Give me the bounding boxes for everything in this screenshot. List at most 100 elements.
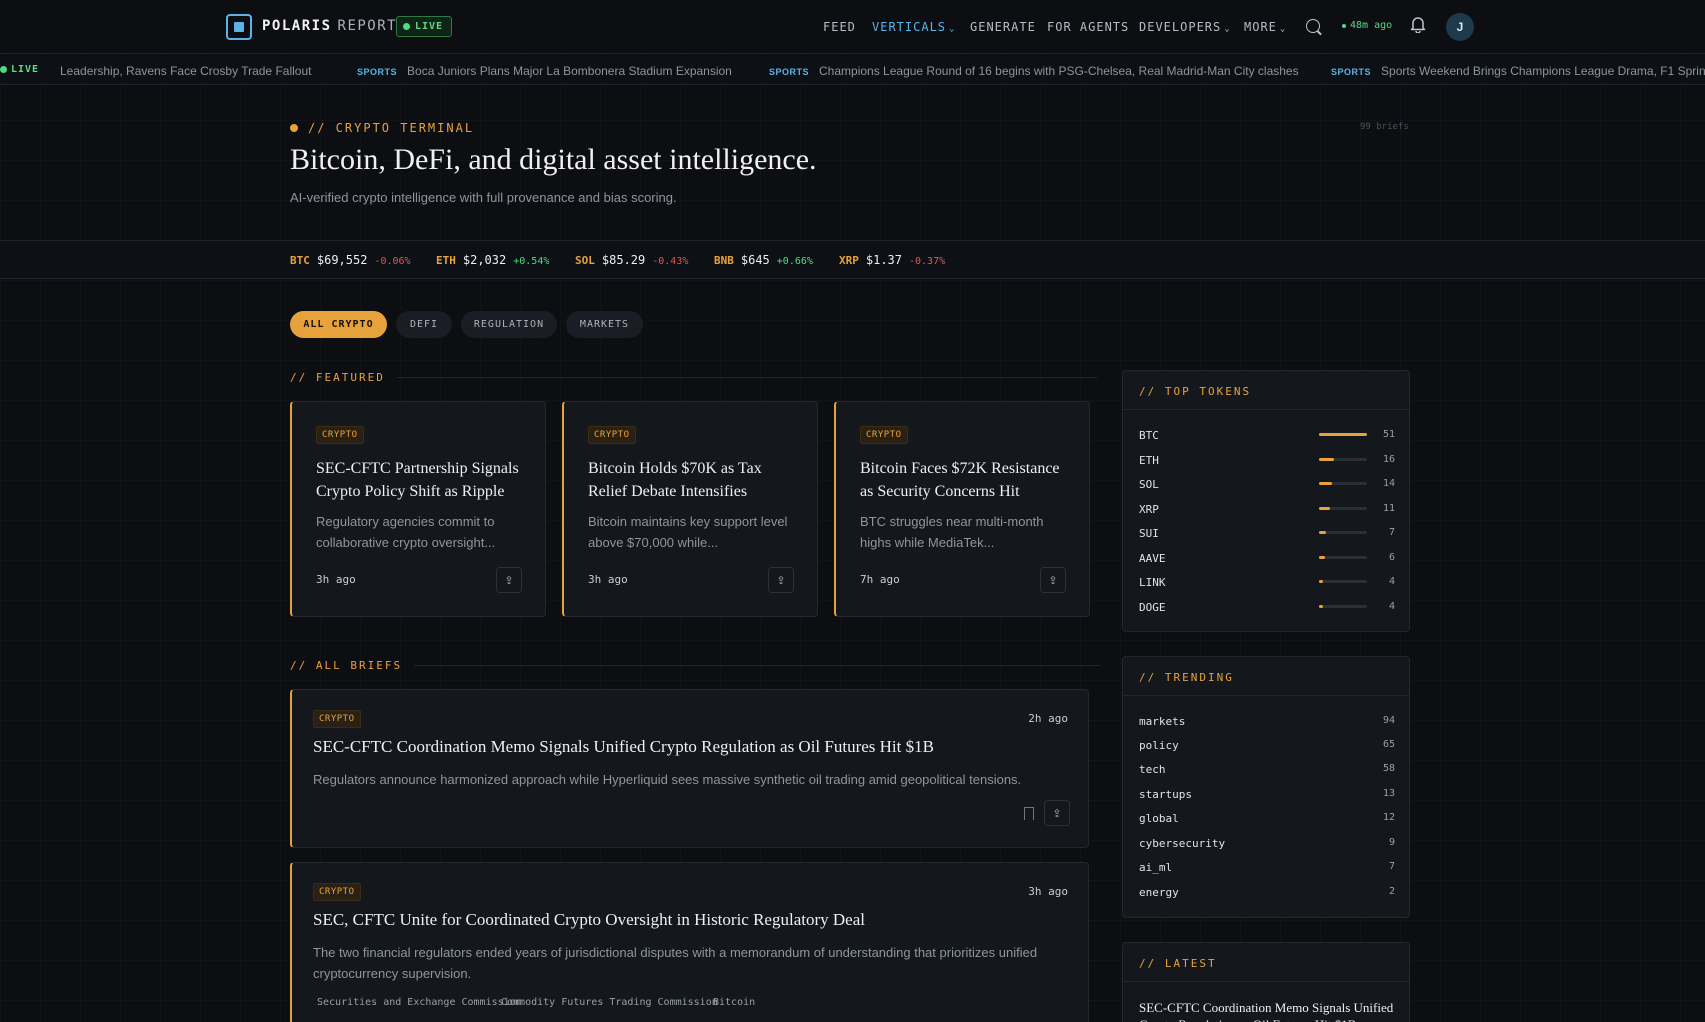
ticker-item[interactable]: SPORTS Boca Juniors Plans Major La Bombon… [357,64,732,78]
token-bar-fill [1319,458,1334,461]
filter-markets[interactable]: MARKETS [566,311,643,338]
latest-panel: // LATEST SEC-CFTC Coordination Memo Sig… [1122,942,1410,1022]
token-bar-fill [1319,605,1323,608]
category-tag: CRYPTO [316,426,364,444]
token-row[interactable]: SUI 7 [1139,527,1395,541]
live-dot-icon [0,66,7,73]
token-row[interactable]: BTC 51 [1139,429,1395,443]
featured-card[interactable]: CRYPTO Bitcoin Holds $70K as Tax Relief … [562,401,818,617]
token-name: XRP [1139,503,1159,516]
brief-title[interactable]: SEC-CFTC Coordination Memo Signals Unifi… [313,737,934,757]
trending-item[interactable]: policy 65 [1139,739,1395,753]
filter-defi[interactable]: DEFI [396,311,452,338]
price-eth[interactable]: ETH $2,032 +0.54% [436,253,549,267]
token-bar [1319,580,1367,583]
category-tag: CRYPTO [860,426,908,444]
token-count: 51 [1382,429,1395,440]
latest-title[interactable]: SEC-CFTC Coordination Memo Signals Unifi… [1139,999,1395,1022]
chevron-down-icon: ⌄ [949,24,956,34]
news-ticker: LIVE Leadership, Ravens Face Crosby Trad… [0,55,1705,85]
trending-panel: // TRENDING markets 94 policy 65 tech 58 st… [1122,656,1410,918]
token-bar [1319,507,1367,510]
token-name: AAVE [1139,552,1166,565]
divider [414,665,1101,666]
entity-tag[interactable]: Bitcoin [708,995,760,1010]
token-bar-fill [1319,531,1326,534]
price-btc[interactable]: BTC $69,552 -0.06% [290,253,411,267]
filter-all-crypto[interactable]: ALL CRYPTO [290,311,387,338]
panel-heading: // TOP TOKENS [1123,371,1409,410]
brief-card[interactable]: CRYPTO 3h ago SEC, CFTC Unite for Coordi… [290,862,1089,1022]
trending-item[interactable]: ai_ml 7 [1139,861,1395,875]
entity-tag[interactable]: Commodity Futures Trading Commission [496,995,723,1010]
brand-name[interactable]: POLARIS REPORT [262,18,397,34]
token-count: 4 [1388,601,1395,612]
filter-regulation[interactable]: REGULATION [461,311,557,338]
token-bar-fill [1319,482,1332,485]
token-row[interactable]: XRP 11 [1139,503,1395,517]
token-bar [1319,531,1367,534]
card-title[interactable]: Bitcoin Holds $70K as Tax Relief Debate … [588,457,798,503]
ticker-item[interactable]: SPORTS Champions League Round of 16 begin… [769,64,1299,78]
status-dot-icon [1342,23,1346,28]
token-row[interactable]: DOGE 4 [1139,601,1395,615]
nav-developers[interactable]: DEVELOPERS ⌄ [1139,20,1231,34]
section-eyebrow: // CRYPTO TERMINAL [290,121,474,135]
top-nav: POLARIS REPORT LIVE FEED VERTICALS ⌄ GENER… [0,0,1705,54]
nav-feed[interactable]: FEED [823,20,856,34]
price-sol[interactable]: SOL $85.29 -0.43% [575,253,688,267]
token-row[interactable]: SOL 14 [1139,478,1395,492]
card-title[interactable]: Bitcoin Faces $72K Resistance as Securit… [860,457,1070,503]
user-avatar[interactable]: J [1446,13,1474,41]
trending-item[interactable]: cybersecurity 9 [1139,837,1395,851]
share-icon[interactable]: ⇪ [1040,567,1066,593]
live-dot-icon [403,23,410,30]
search-icon[interactable] [1306,19,1320,33]
card-description: Regulatory agencies commit to collaborat… [316,514,496,550]
nav-more[interactable]: MORE ⌄ [1244,20,1286,34]
token-name: SOL [1139,478,1159,491]
nav-generate[interactable]: GENERATE [970,20,1036,34]
featured-card[interactable]: CRYPTO SEC-CFTC Partnership Signals Cryp… [290,401,546,617]
token-name: LINK [1139,576,1166,589]
trending-item[interactable]: global 12 [1139,812,1395,826]
token-row[interactable]: LINK 4 [1139,576,1395,590]
panel-heading: // LATEST [1123,943,1409,982]
bell-icon[interactable] [1410,16,1426,33]
token-bar [1319,556,1367,559]
featured-heading: // FEATURED [290,371,1097,384]
brief-time: 2h ago [1028,712,1068,725]
token-row[interactable]: ETH 16 [1139,454,1395,468]
price-xrp[interactable]: XRP $1.37 -0.37% [839,253,945,267]
entity-tag[interactable]: Securities and Exchange Commission [312,995,527,1010]
trending-item[interactable]: markets 94 [1139,715,1395,729]
token-name: DOGE [1139,601,1166,614]
brief-card[interactable]: CRYPTO 2h ago SEC-CFTC Coordination Memo… [290,689,1089,848]
trending-item[interactable]: energy 2 [1139,886,1395,900]
token-row[interactable]: AAVE 6 [1139,552,1395,566]
nav-for-agents[interactable]: FOR AGENTS [1047,20,1129,34]
share-icon[interactable]: ⇪ [1044,800,1070,826]
token-count: 11 [1382,503,1395,514]
trending-item[interactable]: startups 13 [1139,788,1395,802]
brief-description: Regulators announce harmonized approach … [313,772,1022,787]
price-bnb[interactable]: BNB $645 +0.66% [714,253,813,267]
all-briefs-heading: // ALL BRIEFS [290,659,1101,672]
brief-title[interactable]: SEC, CFTC Unite for Coordinated Crypto O… [313,910,865,930]
share-icon[interactable]: ⇪ [496,567,522,593]
polaris-logo-icon[interactable] [226,14,252,40]
token-name: BTC [1139,429,1159,442]
trending-item[interactable]: tech 58 [1139,763,1395,777]
ticker-live-label: LIVE [0,64,39,75]
page-subtitle: AI-verified crypto intelligence with ful… [290,190,677,205]
page-title: Bitcoin, DeFi, and digital asset intelli… [290,143,817,176]
ticker-item[interactable]: SPORTS Sports Weekend Brings Champions Le… [1331,64,1705,78]
share-icon[interactable]: ⇪ [768,567,794,593]
card-title[interactable]: SEC-CFTC Partnership Signals Crypto Poli… [316,457,526,503]
bookmark-icon[interactable] [1024,807,1034,820]
briefs-count: 99 briefs [1360,122,1409,132]
featured-card[interactable]: CRYPTO Bitcoin Faces $72K Resistance as … [834,401,1090,617]
nav-verticals[interactable]: VERTICALS ⌄ [872,20,955,34]
ticker-item[interactable]: Leadership, Ravens Face Crosby Trade Fal… [60,64,311,78]
card-time: 3h ago [588,573,628,586]
